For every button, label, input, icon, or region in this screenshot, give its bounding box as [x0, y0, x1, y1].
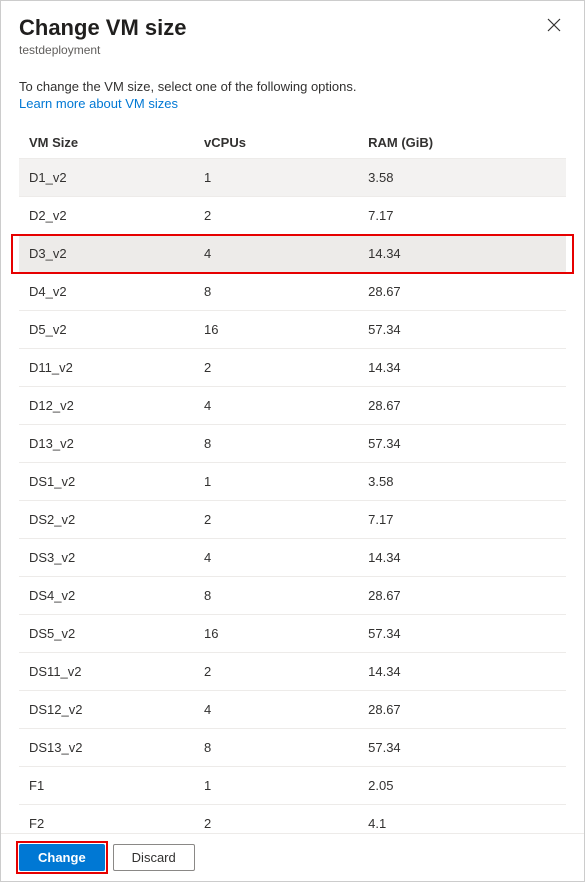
- cell-vm-size: D13_v2: [19, 425, 194, 463]
- cell-vcpus: 8: [194, 273, 358, 311]
- cell-vm-size: DS1_v2: [19, 463, 194, 501]
- cell-ram: 57.34: [358, 425, 566, 463]
- cell-vcpus: 4: [194, 235, 358, 273]
- panel-content[interactable]: To change the VM size, select one of the…: [1, 61, 584, 833]
- table-row[interactable]: D5_v21657.34: [19, 311, 566, 349]
- cell-vm-size: DS13_v2: [19, 729, 194, 767]
- panel-header: Change VM size testdeployment: [1, 1, 584, 61]
- table-header-row: VM Size vCPUs RAM (GiB): [19, 127, 566, 159]
- col-header-ram[interactable]: RAM (GiB): [358, 127, 566, 159]
- discard-button[interactable]: Discard: [113, 844, 195, 871]
- panel-footer: Change Discard: [1, 833, 584, 881]
- cell-vm-size: D2_v2: [19, 197, 194, 235]
- cell-vcpus: 2: [194, 805, 358, 834]
- cell-ram: 28.67: [358, 577, 566, 615]
- table-row[interactable]: D12_v2428.67: [19, 387, 566, 425]
- close-icon: [547, 18, 561, 37]
- cell-ram: 57.34: [358, 729, 566, 767]
- table-row[interactable]: DS11_v2214.34: [19, 653, 566, 691]
- cell-vm-size: D11_v2: [19, 349, 194, 387]
- learn-more-link[interactable]: Learn more about VM sizes: [19, 96, 178, 111]
- intro-text: To change the VM size, select one of the…: [19, 79, 566, 94]
- cell-vcpus: 8: [194, 577, 358, 615]
- cell-vcpus: 2: [194, 653, 358, 691]
- change-button[interactable]: Change: [19, 844, 105, 871]
- cell-vcpus: 2: [194, 197, 358, 235]
- cell-ram: 7.17: [358, 501, 566, 539]
- cell-vm-size: D12_v2: [19, 387, 194, 425]
- table-row[interactable]: DS2_v227.17: [19, 501, 566, 539]
- cell-ram: 3.58: [358, 463, 566, 501]
- deployment-name: testdeployment: [19, 43, 566, 57]
- cell-ram: 28.67: [358, 691, 566, 729]
- cell-vm-size: DS2_v2: [19, 501, 194, 539]
- cell-vcpus: 4: [194, 387, 358, 425]
- close-button[interactable]: [540, 13, 568, 41]
- table-row[interactable]: DS3_v2414.34: [19, 539, 566, 577]
- cell-vm-size: F2: [19, 805, 194, 834]
- cell-vcpus: 1: [194, 767, 358, 805]
- table-row[interactable]: DS13_v2857.34: [19, 729, 566, 767]
- cell-vm-size: DS4_v2: [19, 577, 194, 615]
- table-row[interactable]: D11_v2214.34: [19, 349, 566, 387]
- cell-vcpus: 1: [194, 463, 358, 501]
- cell-vcpus: 2: [194, 501, 358, 539]
- cell-vcpus: 16: [194, 311, 358, 349]
- col-header-vcpus[interactable]: vCPUs: [194, 127, 358, 159]
- col-header-size[interactable]: VM Size: [19, 127, 194, 159]
- table-row[interactable]: F112.05: [19, 767, 566, 805]
- cell-vcpus: 8: [194, 729, 358, 767]
- cell-vcpus: 1: [194, 159, 358, 197]
- cell-ram: 28.67: [358, 273, 566, 311]
- cell-vcpus: 4: [194, 691, 358, 729]
- cell-ram: 2.05: [358, 767, 566, 805]
- panel-title: Change VM size: [19, 15, 566, 41]
- table-row[interactable]: F224.1: [19, 805, 566, 834]
- cell-vm-size: D1_v2: [19, 159, 194, 197]
- cell-ram: 7.17: [358, 197, 566, 235]
- cell-ram: 14.34: [358, 539, 566, 577]
- cell-vcpus: 4: [194, 539, 358, 577]
- cell-ram: 57.34: [358, 615, 566, 653]
- table-row[interactable]: DS12_v2428.67: [19, 691, 566, 729]
- change-vm-size-panel: Change VM size testdeployment To change …: [1, 1, 584, 881]
- table-row[interactable]: D2_v227.17: [19, 197, 566, 235]
- vm-size-table: VM Size vCPUs RAM (GiB) D1_v213.58D2_v22…: [19, 127, 566, 833]
- table-row[interactable]: D4_v2828.67: [19, 273, 566, 311]
- cell-vcpus: 16: [194, 615, 358, 653]
- table-row[interactable]: DS5_v21657.34: [19, 615, 566, 653]
- cell-ram: 4.1: [358, 805, 566, 834]
- cell-vm-size: F1: [19, 767, 194, 805]
- cell-ram: 14.34: [358, 349, 566, 387]
- table-row[interactable]: D1_v213.58: [19, 159, 566, 197]
- table-row[interactable]: DS1_v213.58: [19, 463, 566, 501]
- cell-vm-size: DS3_v2: [19, 539, 194, 577]
- cell-vcpus: 2: [194, 349, 358, 387]
- cell-vm-size: DS5_v2: [19, 615, 194, 653]
- cell-vcpus: 8: [194, 425, 358, 463]
- cell-vm-size: D5_v2: [19, 311, 194, 349]
- cell-vm-size: D3_v2: [19, 235, 194, 273]
- table-row[interactable]: D3_v2414.34: [19, 235, 566, 273]
- cell-vm-size: DS12_v2: [19, 691, 194, 729]
- cell-vm-size: DS11_v2: [19, 653, 194, 691]
- cell-vm-size: D4_v2: [19, 273, 194, 311]
- cell-ram: 28.67: [358, 387, 566, 425]
- cell-ram: 14.34: [358, 653, 566, 691]
- table-row[interactable]: DS4_v2828.67: [19, 577, 566, 615]
- cell-ram: 57.34: [358, 311, 566, 349]
- cell-ram: 3.58: [358, 159, 566, 197]
- change-button-highlight: Change: [19, 844, 105, 871]
- table-row[interactable]: D13_v2857.34: [19, 425, 566, 463]
- cell-ram: 14.34: [358, 235, 566, 273]
